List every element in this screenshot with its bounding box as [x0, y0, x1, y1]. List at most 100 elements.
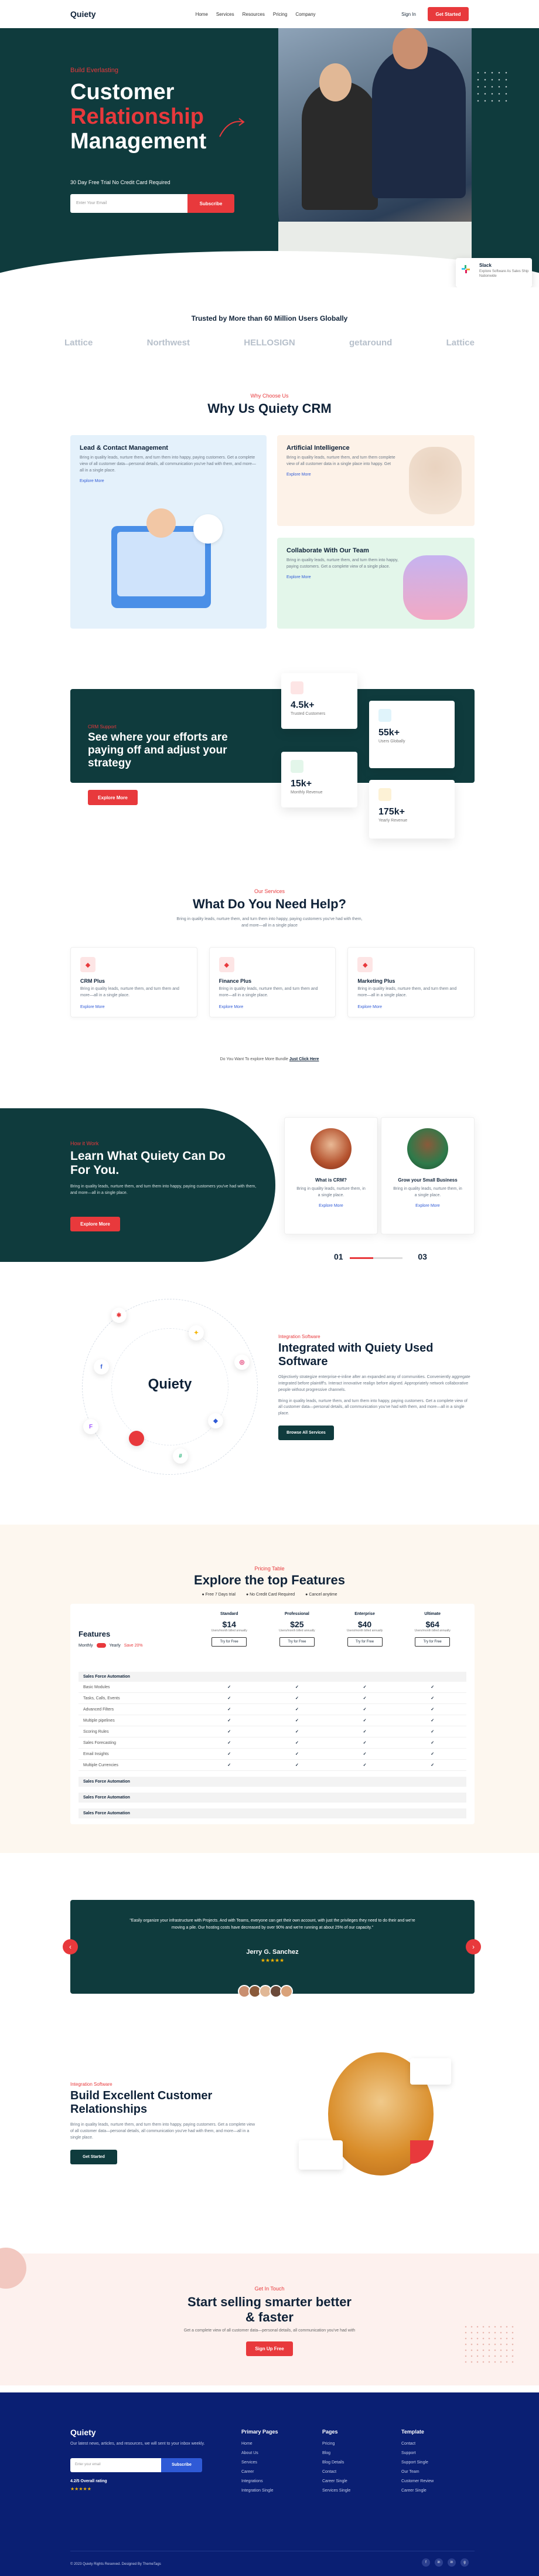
footer-link[interactable]: Blog: [322, 2451, 350, 2455]
card-desc: Bring in quality leads, nurture them, in…: [393, 1187, 462, 1197]
email-input[interactable]: Enter Your Email: [70, 194, 187, 213]
check-icon: ✓: [295, 1763, 299, 1767]
how-it-works-section: How it Work Learn What Quiety Can Do For…: [0, 1108, 539, 1262]
billing-switch[interactable]: [96, 1643, 106, 1648]
stat-value: 55k+: [378, 728, 400, 738]
footer-link[interactable]: Pricing: [322, 2442, 350, 2446]
integration-desc: Objectively strategize enterprise-e-inli…: [278, 1375, 470, 1392]
feature-row: Basic Modules ✓ ✓ ✓ ✓: [79, 1682, 466, 1693]
explore-link[interactable]: Explore More: [80, 1005, 187, 1009]
footer-link[interactable]: Career: [241, 2470, 278, 2474]
footer-link[interactable]: Support: [401, 2451, 434, 2455]
client-logos: Lattice Northwest HELLOSIGN getaround La…: [64, 338, 475, 348]
footer-link[interactable]: Support Single: [401, 2460, 434, 2465]
note-link[interactable]: Just Click Here: [289, 1057, 319, 1061]
footer-link[interactable]: Home: [241, 2442, 278, 2446]
yearly-label[interactable]: Yearly: [110, 1644, 121, 1648]
menu-pricing[interactable]: Pricing: [273, 12, 287, 17]
stat-label: Yearly Revenue: [378, 819, 408, 823]
footer-logo[interactable]: Quiety: [70, 2428, 96, 2437]
linkedin-icon[interactable]: in: [435, 2558, 443, 2567]
footer-link[interactable]: Services Single: [322, 2489, 350, 2493]
footer-link[interactable]: Blog Details: [322, 2460, 350, 2465]
explore-link[interactable]: Explore More: [286, 575, 404, 579]
try-free-button[interactable]: Try for Free: [347, 1637, 383, 1647]
cta-title: Start selling smarter better & faster: [187, 2295, 352, 2324]
explore-more-button[interactable]: Explore More: [88, 790, 138, 805]
logo[interactable]: Quiety: [70, 9, 96, 19]
pricing-tag: Pricing Table: [254, 1566, 285, 1572]
footer-subscribe-button[interactable]: Subscribe: [161, 2458, 202, 2472]
explore-link[interactable]: Explore More: [357, 1005, 465, 1009]
get-started-button[interactable]: Get Started: [70, 2149, 117, 2164]
client-logo: Lattice: [446, 338, 475, 348]
footer-link[interactable]: Contact: [401, 2442, 434, 2446]
menu-company[interactable]: Company: [295, 12, 315, 17]
why-title: Why Us Quiety CRM: [207, 401, 332, 416]
billing-toggle[interactable]: Monthly Yearly Save 20%: [79, 1643, 195, 1648]
footer-email-input[interactable]: Enter your email: [70, 2458, 161, 2472]
check-icon: ✓: [431, 1719, 435, 1723]
prev-arrow-icon[interactable]: ‹: [63, 1939, 78, 1954]
check-icon: ✓: [227, 1708, 231, 1712]
signin-link[interactable]: Sign In: [401, 12, 416, 17]
card-title: Artificial Intelligence: [286, 444, 350, 452]
help-tag: Our Services: [254, 888, 285, 894]
instagram-icon[interactable]: in: [448, 2558, 456, 2567]
signup-free-button[interactable]: Sign Up Free: [246, 2341, 293, 2356]
subscribe-button[interactable]: Subscribe: [187, 194, 234, 213]
footer-link[interactable]: Services: [241, 2460, 278, 2465]
browse-services-button[interactable]: Browse All Services: [278, 1426, 334, 1441]
hero-title-line1: Customer: [70, 80, 175, 104]
explore-link[interactable]: Explore More: [219, 1005, 326, 1009]
avatar[interactable]: [280, 1985, 293, 1998]
footer-link[interactable]: Career Single: [401, 2489, 434, 2493]
footer-link[interactable]: About Us: [241, 2451, 278, 2455]
page-current: 01: [334, 1252, 343, 1261]
menu-home[interactable]: Home: [196, 12, 208, 17]
menu-resources[interactable]: Resources: [243, 12, 265, 17]
next-arrow-icon[interactable]: ›: [466, 1939, 481, 1954]
footer-link[interactable]: Career Single: [322, 2479, 350, 2483]
relation-tag: Integration Software: [70, 2082, 112, 2087]
get-started-button[interactable]: Get Started: [428, 7, 469, 21]
client-logo: getaround: [349, 338, 393, 348]
explore-link[interactable]: Explore More: [80, 479, 257, 483]
footer-link[interactable]: Customer Review: [401, 2479, 434, 2483]
hero-title-line2: Relationship: [70, 104, 204, 129]
feature-row: Multiple Currencies ✓ ✓ ✓ ✓: [79, 1760, 466, 1771]
footer-link[interactable]: Our Team: [401, 2470, 434, 2474]
explore-link[interactable]: Explore More: [285, 1204, 377, 1208]
why-section: Why Choose Us Why Us Quiety CRM Lead & C…: [0, 393, 539, 629]
facebook-icon[interactable]: f: [422, 2558, 430, 2567]
plan-enterprise: Enterprise $40 Users/month billed annually…: [331, 1612, 399, 1671]
app-icon: ✱: [111, 1308, 127, 1323]
trusted-title: Trusted by More than 60 Million Users Gl…: [191, 314, 348, 323]
menu-services[interactable]: Services: [216, 12, 234, 17]
try-free-button[interactable]: Try for Free: [279, 1637, 315, 1647]
check-icon: ✓: [363, 1730, 367, 1734]
footer-link[interactable]: Contact: [322, 2470, 350, 2474]
card-desc: Bring in quality leads, nurture them, an…: [80, 456, 256, 473]
monthly-label[interactable]: Monthly: [79, 1644, 93, 1648]
check-icon: ✓: [295, 1685, 299, 1689]
explore-link[interactable]: Explore More: [381, 1204, 474, 1208]
feature-row: Multiple pipelines ✓ ✓ ✓ ✓: [79, 1715, 466, 1726]
footer-link[interactable]: Integration Single: [241, 2489, 278, 2493]
client-logo: Lattice: [64, 338, 93, 348]
check-icon: ✓: [431, 1752, 435, 1756]
github-icon[interactable]: g: [460, 2558, 469, 2567]
footer-link[interactable]: Integrations: [241, 2479, 278, 2483]
plan-standard: Standard $14 Users/month billed annually Tr…: [195, 1612, 263, 1671]
check-icon: ✓: [363, 1708, 367, 1712]
explore-link[interactable]: Explore More: [286, 473, 404, 477]
try-free-button[interactable]: Try for Free: [211, 1637, 247, 1647]
explore-more-button[interactable]: Explore More: [70, 1217, 120, 1231]
hero-title: Customer Relationship Management: [70, 80, 293, 154]
try-free-button[interactable]: Try for Free: [415, 1637, 451, 1647]
card-desc: Bring in quality leads, nurture them, an…: [219, 987, 318, 997]
marketing-icon: ◆: [357, 957, 373, 972]
check-icon: ✓: [227, 1685, 231, 1689]
check-icon: ✓: [295, 1730, 299, 1734]
trusted-section: Trusted by More than 60 Million Users Gl…: [0, 314, 539, 348]
